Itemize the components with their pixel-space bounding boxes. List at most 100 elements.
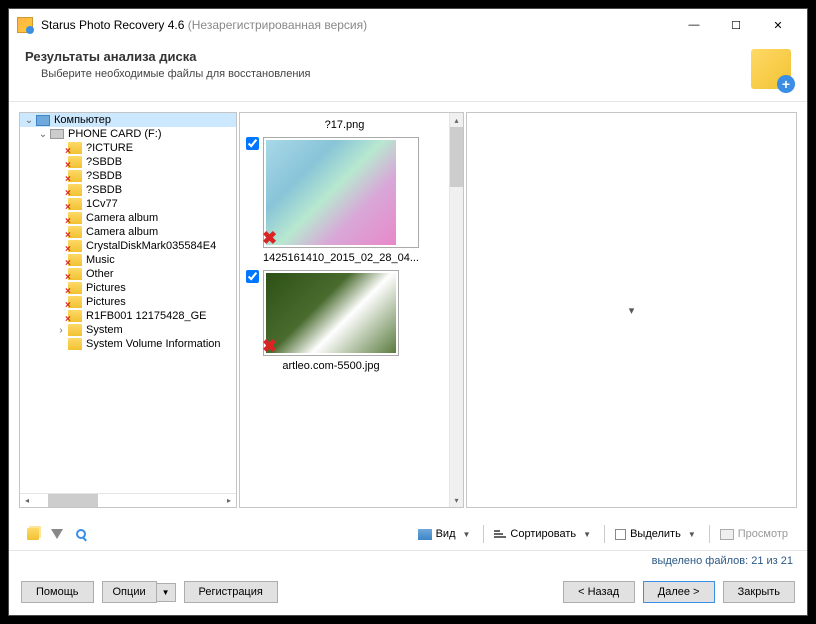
scroll-down[interactable]: ▾ (450, 493, 463, 507)
tree-root-computer[interactable]: ⌄ Компьютер (20, 113, 236, 127)
folder-icon (68, 282, 82, 294)
tree-folder[interactable]: › System (20, 323, 236, 337)
tree-folder[interactable]: Other (20, 267, 236, 281)
thumb-checkbox[interactable] (246, 270, 259, 283)
tree-folder[interactable]: ?ICTURE (20, 141, 236, 155)
next-button[interactable]: Далее > (643, 581, 715, 603)
thumbnail-item[interactable]: ✖ 1425161410_2015_02_28_04... (246, 137, 443, 264)
tree-label: ?SBDB (86, 156, 122, 168)
folder-icon (68, 226, 82, 238)
folder-icon (68, 324, 82, 336)
search-icon (76, 529, 86, 539)
sort-button[interactable]: Сортировать ▼ (487, 525, 601, 543)
close-dialog-button[interactable]: Закрыть (723, 581, 795, 603)
app-window: Starus Photo Recovery 4.6 (Незарегистрир… (8, 8, 808, 616)
tree-folder[interactable]: ?SBDB (20, 155, 236, 169)
folder-icon (68, 268, 82, 280)
checkbox-icon (615, 529, 626, 540)
tree-folder[interactable]: Camera album (20, 225, 236, 239)
tree-folder[interactable]: System Volume Information (20, 337, 236, 351)
scroll-thumb[interactable] (48, 494, 98, 507)
options-button[interactable]: Опции ▼ (102, 581, 176, 603)
vertical-scrollbar[interactable]: ▴ ▾ (449, 113, 463, 507)
tree-folder[interactable]: Pictures (20, 281, 236, 295)
header-section: Результаты анализа диска Выберите необхо… (9, 41, 807, 102)
tree-label: ?SBDB (86, 184, 122, 196)
tree-label: Other (86, 268, 114, 280)
folders-button[interactable] (21, 522, 45, 546)
tree-label: ?ICTURE (86, 142, 133, 154)
drive-icon (50, 129, 64, 139)
thumb-image (266, 273, 396, 353)
folder-icon (68, 170, 82, 182)
tree-label: Pictures (86, 296, 126, 308)
thumb-filename: 1425161410_2015_02_28_04... (263, 252, 419, 264)
status-selected-count: выделено файлов: 21 из 21 (9, 551, 807, 571)
tree-folder[interactable]: ?SBDB (20, 183, 236, 197)
view-icon (418, 529, 432, 540)
preview-icon (720, 529, 734, 540)
tree-label: System (86, 324, 123, 336)
maximize-button[interactable]: ☐ (715, 13, 757, 37)
tree-label: Компьютер (54, 114, 111, 126)
select-label: Выделить (630, 528, 681, 540)
folder-tree[interactable]: ⌄ Компьютер ⌄ PHONE CARD (F:) ?ICTURE ?SB… (20, 113, 236, 493)
sort-icon (494, 530, 506, 538)
tree-folder[interactable]: R1FB001 12175428_GE (20, 309, 236, 323)
separator (483, 525, 484, 543)
scroll-left[interactable]: ◂ (20, 494, 34, 507)
thumbnails-panel: ?17.png ✖ 1425161410_2015_02_28_04... (239, 112, 464, 508)
tree-folder[interactable]: 1Cv77 (20, 197, 236, 211)
thumb-image-box[interactable]: ✖ (263, 137, 419, 248)
tree-label: Camera album (86, 212, 158, 224)
thumbnail-item[interactable]: ✖ artleo.com-5500.jpg (246, 270, 443, 372)
minimize-button[interactable]: — (673, 13, 715, 37)
tree-folder[interactable]: ?SBDB (20, 169, 236, 183)
funnel-icon (51, 529, 63, 539)
tree-folder[interactable]: Pictures (20, 295, 236, 309)
tree-folder[interactable]: Camera album (20, 211, 236, 225)
tree-folder[interactable]: CrystalDiskMark035584E4 (20, 239, 236, 253)
help-button[interactable]: Помощь (21, 581, 94, 603)
scroll-thumb[interactable] (450, 127, 463, 187)
chevron-down-icon[interactable]: ▼ (157, 583, 176, 602)
register-button[interactable]: Регистрация (184, 581, 278, 603)
thumb-checkbox[interactable] (246, 137, 259, 150)
app-name: Starus Photo Recovery 4.6 (41, 18, 184, 32)
thumb-filename: artleo.com-5500.jpg (263, 360, 399, 372)
chevron-down-icon: ▼ (685, 530, 699, 539)
tree-label: 1Cv77 (86, 198, 118, 210)
tree-drive[interactable]: ⌄ PHONE CARD (F:) (20, 127, 236, 141)
page-title: Результаты анализа диска (25, 49, 311, 64)
computer-icon (36, 115, 50, 126)
close-button[interactable]: ✕ (757, 13, 799, 37)
tree-label: CrystalDiskMark035584E4 (86, 240, 216, 252)
filter-button[interactable] (45, 522, 69, 546)
preview-button[interactable]: Просмотр (713, 525, 795, 543)
expand-icon[interactable]: › (54, 325, 68, 336)
tree-folder[interactable]: Music (20, 253, 236, 267)
thumb-image-box[interactable]: ✖ (263, 270, 399, 356)
preview-dropdown-icon[interactable]: ▾ (629, 304, 635, 317)
app-icon (17, 17, 33, 33)
content-area: ⌄ Компьютер ⌄ PHONE CARD (F:) ?ICTURE ?SB… (9, 102, 807, 518)
scroll-up[interactable]: ▴ (450, 113, 463, 127)
tree-label: R1FB001 12175428_GE (86, 310, 206, 322)
preview-panel: ▾ (466, 112, 797, 508)
horizontal-scrollbar[interactable]: ◂ ▸ (20, 493, 236, 507)
titlebar: Starus Photo Recovery 4.6 (Незарегистрир… (9, 9, 807, 41)
select-button[interactable]: Выделить ▼ (608, 525, 706, 543)
folder-icon (68, 296, 82, 308)
footer: Помощь Опции ▼ Регистрация < Назад Далее… (9, 571, 807, 615)
back-button[interactable]: < Назад (563, 581, 635, 603)
folder-icon (68, 212, 82, 224)
sort-label: Сортировать (510, 528, 576, 540)
collapse-icon[interactable]: ⌄ (22, 115, 36, 126)
options-label: Опции (102, 581, 157, 603)
collapse-icon[interactable]: ⌄ (36, 129, 50, 140)
tree-label: PHONE CARD (F:) (68, 128, 162, 140)
search-button[interactable] (69, 522, 93, 546)
view-button[interactable]: Вид ▼ (411, 525, 481, 543)
scroll-right[interactable]: ▸ (222, 494, 236, 507)
chevron-down-icon: ▼ (580, 530, 594, 539)
